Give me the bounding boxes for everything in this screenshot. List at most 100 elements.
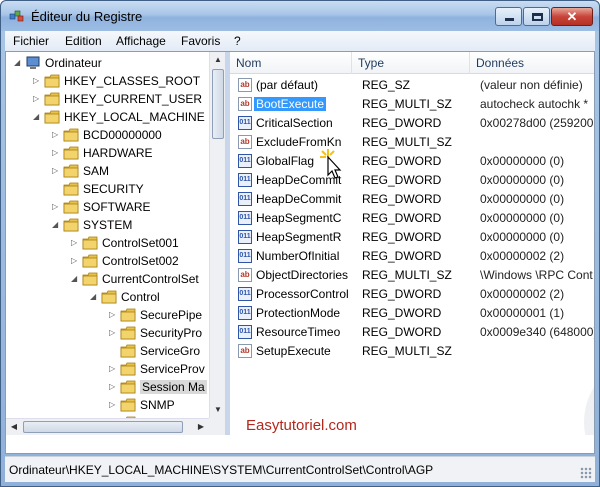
folder-icon — [63, 128, 79, 142]
registry-editor-window: Éditeur du Registre ✕ Fichier Edition Af… — [0, 0, 600, 487]
menu-affichage[interactable]: Affichage — [116, 34, 166, 48]
expand-arrow-icon[interactable]: ▷ — [109, 400, 118, 409]
value-data: (valeur non définie) — [480, 78, 583, 92]
tree-item[interactable]: ▷ SecurityPro — [6, 324, 209, 342]
tree-item[interactable]: ▷ SNMP — [6, 396, 209, 414]
close-icon: ✕ — [566, 9, 578, 24]
expand-arrow-icon[interactable]: ▷ — [109, 364, 118, 373]
tree-item[interactable]: ◢ SYSTEM — [6, 216, 209, 234]
expand-arrow-icon[interactable]: ▷ — [52, 130, 61, 139]
value-type: REG_DWORD — [362, 154, 442, 168]
column-header-type[interactable]: Type — [352, 52, 470, 74]
list-item[interactable]: 011 ProcessorControl REG_DWORD 0x00000002 (… — [230, 285, 594, 304]
expand-arrow-icon — [52, 184, 61, 193]
tree-item[interactable]: ServiceGro — [6, 342, 209, 360]
scroll-down-arrow-icon[interactable]: ▼ — [210, 402, 226, 418]
list-item[interactable]: 011 HeapDeCommit REG_DWORD 0x00000000 (0) — [230, 171, 594, 190]
expand-arrow-icon[interactable]: ▷ — [33, 76, 42, 85]
list-item[interactable]: 011 CriticalSection REG_DWORD 0x00278d00 (2… — [230, 114, 594, 133]
collapse-arrow-icon[interactable]: ◢ — [52, 220, 61, 229]
tree-item[interactable]: ▷ HARDWARE — [6, 144, 209, 162]
column-header-name[interactable]: Nom — [230, 52, 352, 74]
tree-item-label: SECURITY — [83, 182, 144, 196]
expand-arrow-icon[interactable]: ▷ — [109, 328, 118, 337]
expand-arrow-icon[interactable]: ▷ — [52, 202, 61, 211]
value-data: 0x00000000 (0) — [480, 230, 565, 244]
list-item[interactable]: 011 ProtectionMode REG_DWORD 0x00000001 (1) — [230, 304, 594, 323]
value-data: 0x00000002 (2) — [480, 249, 565, 263]
tree-item-label: ServiceGro — [140, 344, 201, 358]
list-item[interactable]: 011 ResourceTimeo REG_DWORD 0x0009e340 (648… — [230, 323, 594, 342]
tree-item[interactable]: ◢ CurrentControlSet — [6, 270, 209, 288]
list-item[interactable]: 011 HeapSegmentR REG_DWORD 0x00000000 (0) — [230, 228, 594, 247]
mouse-cursor-icon — [320, 149, 342, 179]
tree-vertical-scrollbar[interactable]: ▲ ▼ — [209, 52, 225, 435]
tree-item-label: SNMP — [140, 398, 175, 412]
scroll-right-arrow-icon[interactable]: ▶ — [193, 419, 209, 435]
value-type: REG_DWORD — [362, 287, 442, 301]
list-item[interactable]: ab ObjectDirectories REG_MULTI_SZ \Windows … — [230, 266, 594, 285]
tree-item[interactable]: ▷ SOFTWARE — [6, 198, 209, 216]
tree-item[interactable]: ▷ HKEY_CURRENT_USER — [6, 90, 209, 108]
value-data: 0x00000000 (0) — [480, 154, 565, 168]
expand-arrow-icon[interactable]: ▷ — [109, 310, 118, 319]
list-item[interactable]: ab ExcludeFromKn REG_MULTI_SZ — [230, 133, 594, 152]
list-item[interactable]: ab SetupExecute REG_MULTI_SZ — [230, 342, 594, 361]
maximize-button[interactable] — [523, 7, 550, 26]
tree-item[interactable]: ▷ ControlSet001 — [6, 234, 209, 252]
scroll-left-arrow-icon[interactable]: ◀ — [6, 419, 22, 435]
list-item[interactable]: 011 GlobalFlag REG_DWORD 0x00000000 (0) — [230, 152, 594, 171]
menu-edition[interactable]: Edition — [65, 34, 102, 48]
value-type: REG_DWORD — [362, 192, 442, 206]
title-bar[interactable]: Éditeur du Registre ✕ — [1, 1, 599, 31]
menu-fichier[interactable]: Fichier — [13, 34, 49, 48]
binary-value-icon: 011 — [238, 211, 252, 225]
expand-arrow-icon[interactable]: ▷ — [71, 256, 80, 265]
value-type: REG_MULTI_SZ — [362, 344, 452, 358]
resize-grip-icon[interactable] — [580, 467, 592, 479]
expand-arrow-icon — [109, 346, 118, 355]
folder-icon — [63, 164, 79, 178]
collapse-arrow-icon[interactable]: ◢ — [71, 274, 80, 283]
expand-arrow-icon[interactable]: ▷ — [109, 382, 118, 391]
column-header-data[interactable]: Données — [470, 52, 594, 74]
tree-item[interactable]: ▷ SAM — [6, 162, 209, 180]
string-value-icon: ab — [238, 78, 252, 92]
tree-item[interactable]: ◢ HKEY_LOCAL_MACHINE — [6, 108, 209, 126]
expand-arrow-icon[interactable]: ▷ — [52, 148, 61, 157]
minimize-button[interactable] — [495, 7, 522, 26]
menu-help[interactable]: ? — [234, 34, 241, 48]
tree-item[interactable]: ▷ Session Ma — [6, 378, 209, 396]
tree-horizontal-scrollbar[interactable]: ◀ ▶ — [6, 418, 209, 435]
expand-arrow-icon[interactable]: ▷ — [33, 94, 42, 103]
tree-item-label: HKEY_LOCAL_MACHINE — [64, 110, 205, 124]
scroll-corner — [209, 418, 225, 435]
list-item[interactable]: 011 HeapSegmentC REG_DWORD 0x00000000 (0) — [230, 209, 594, 228]
tree-item[interactable]: ▷ ServiceProv — [6, 360, 209, 378]
collapse-arrow-icon[interactable]: ◢ — [14, 58, 23, 67]
tree-item-label: SYSTEM — [83, 218, 133, 232]
collapse-arrow-icon[interactable]: ◢ — [33, 112, 42, 121]
tree-item[interactable]: ▷ HKEY_CLASSES_ROOT — [6, 72, 209, 90]
tree-item[interactable]: ◢ Ordinateur — [6, 54, 209, 72]
menu-favoris[interactable]: Favoris — [181, 34, 220, 48]
list-item[interactable]: 011 HeapDeCommit REG_DWORD 0x00000000 (0) — [230, 190, 594, 209]
expand-arrow-icon[interactable]: ▷ — [71, 238, 80, 247]
collapse-arrow-icon[interactable]: ◢ — [90, 292, 99, 301]
list-item[interactable]: ab (par défaut) REG_SZ (valeur non définie) — [230, 76, 594, 95]
tree-item[interactable]: ▷ ControlSet002 — [6, 252, 209, 270]
tree-item-label: HARDWARE — [83, 146, 153, 160]
tree-item[interactable]: ◢ Control — [6, 288, 209, 306]
list-item[interactable]: 011 NumberOfInitial REG_DWORD 0x00000002 (2… — [230, 247, 594, 266]
list-item[interactable]: ab BootExecute REG_MULTI_SZ autocheck autoc… — [230, 95, 594, 114]
close-button[interactable]: ✕ — [551, 7, 593, 26]
tree-hscroll-thumb[interactable] — [23, 421, 183, 433]
minimize-icon — [505, 18, 514, 21]
tree-item[interactable]: ▷ SecurePipe — [6, 306, 209, 324]
value-data: 0x00000000 (0) — [480, 211, 565, 225]
tree-scroll-thumb[interactable] — [212, 69, 224, 139]
scroll-up-arrow-icon[interactable]: ▲ — [210, 52, 226, 68]
expand-arrow-icon[interactable]: ▷ — [52, 166, 61, 175]
tree-item[interactable]: ▷ BCD00000000 — [6, 126, 209, 144]
tree-item[interactable]: SECURITY — [6, 180, 209, 198]
